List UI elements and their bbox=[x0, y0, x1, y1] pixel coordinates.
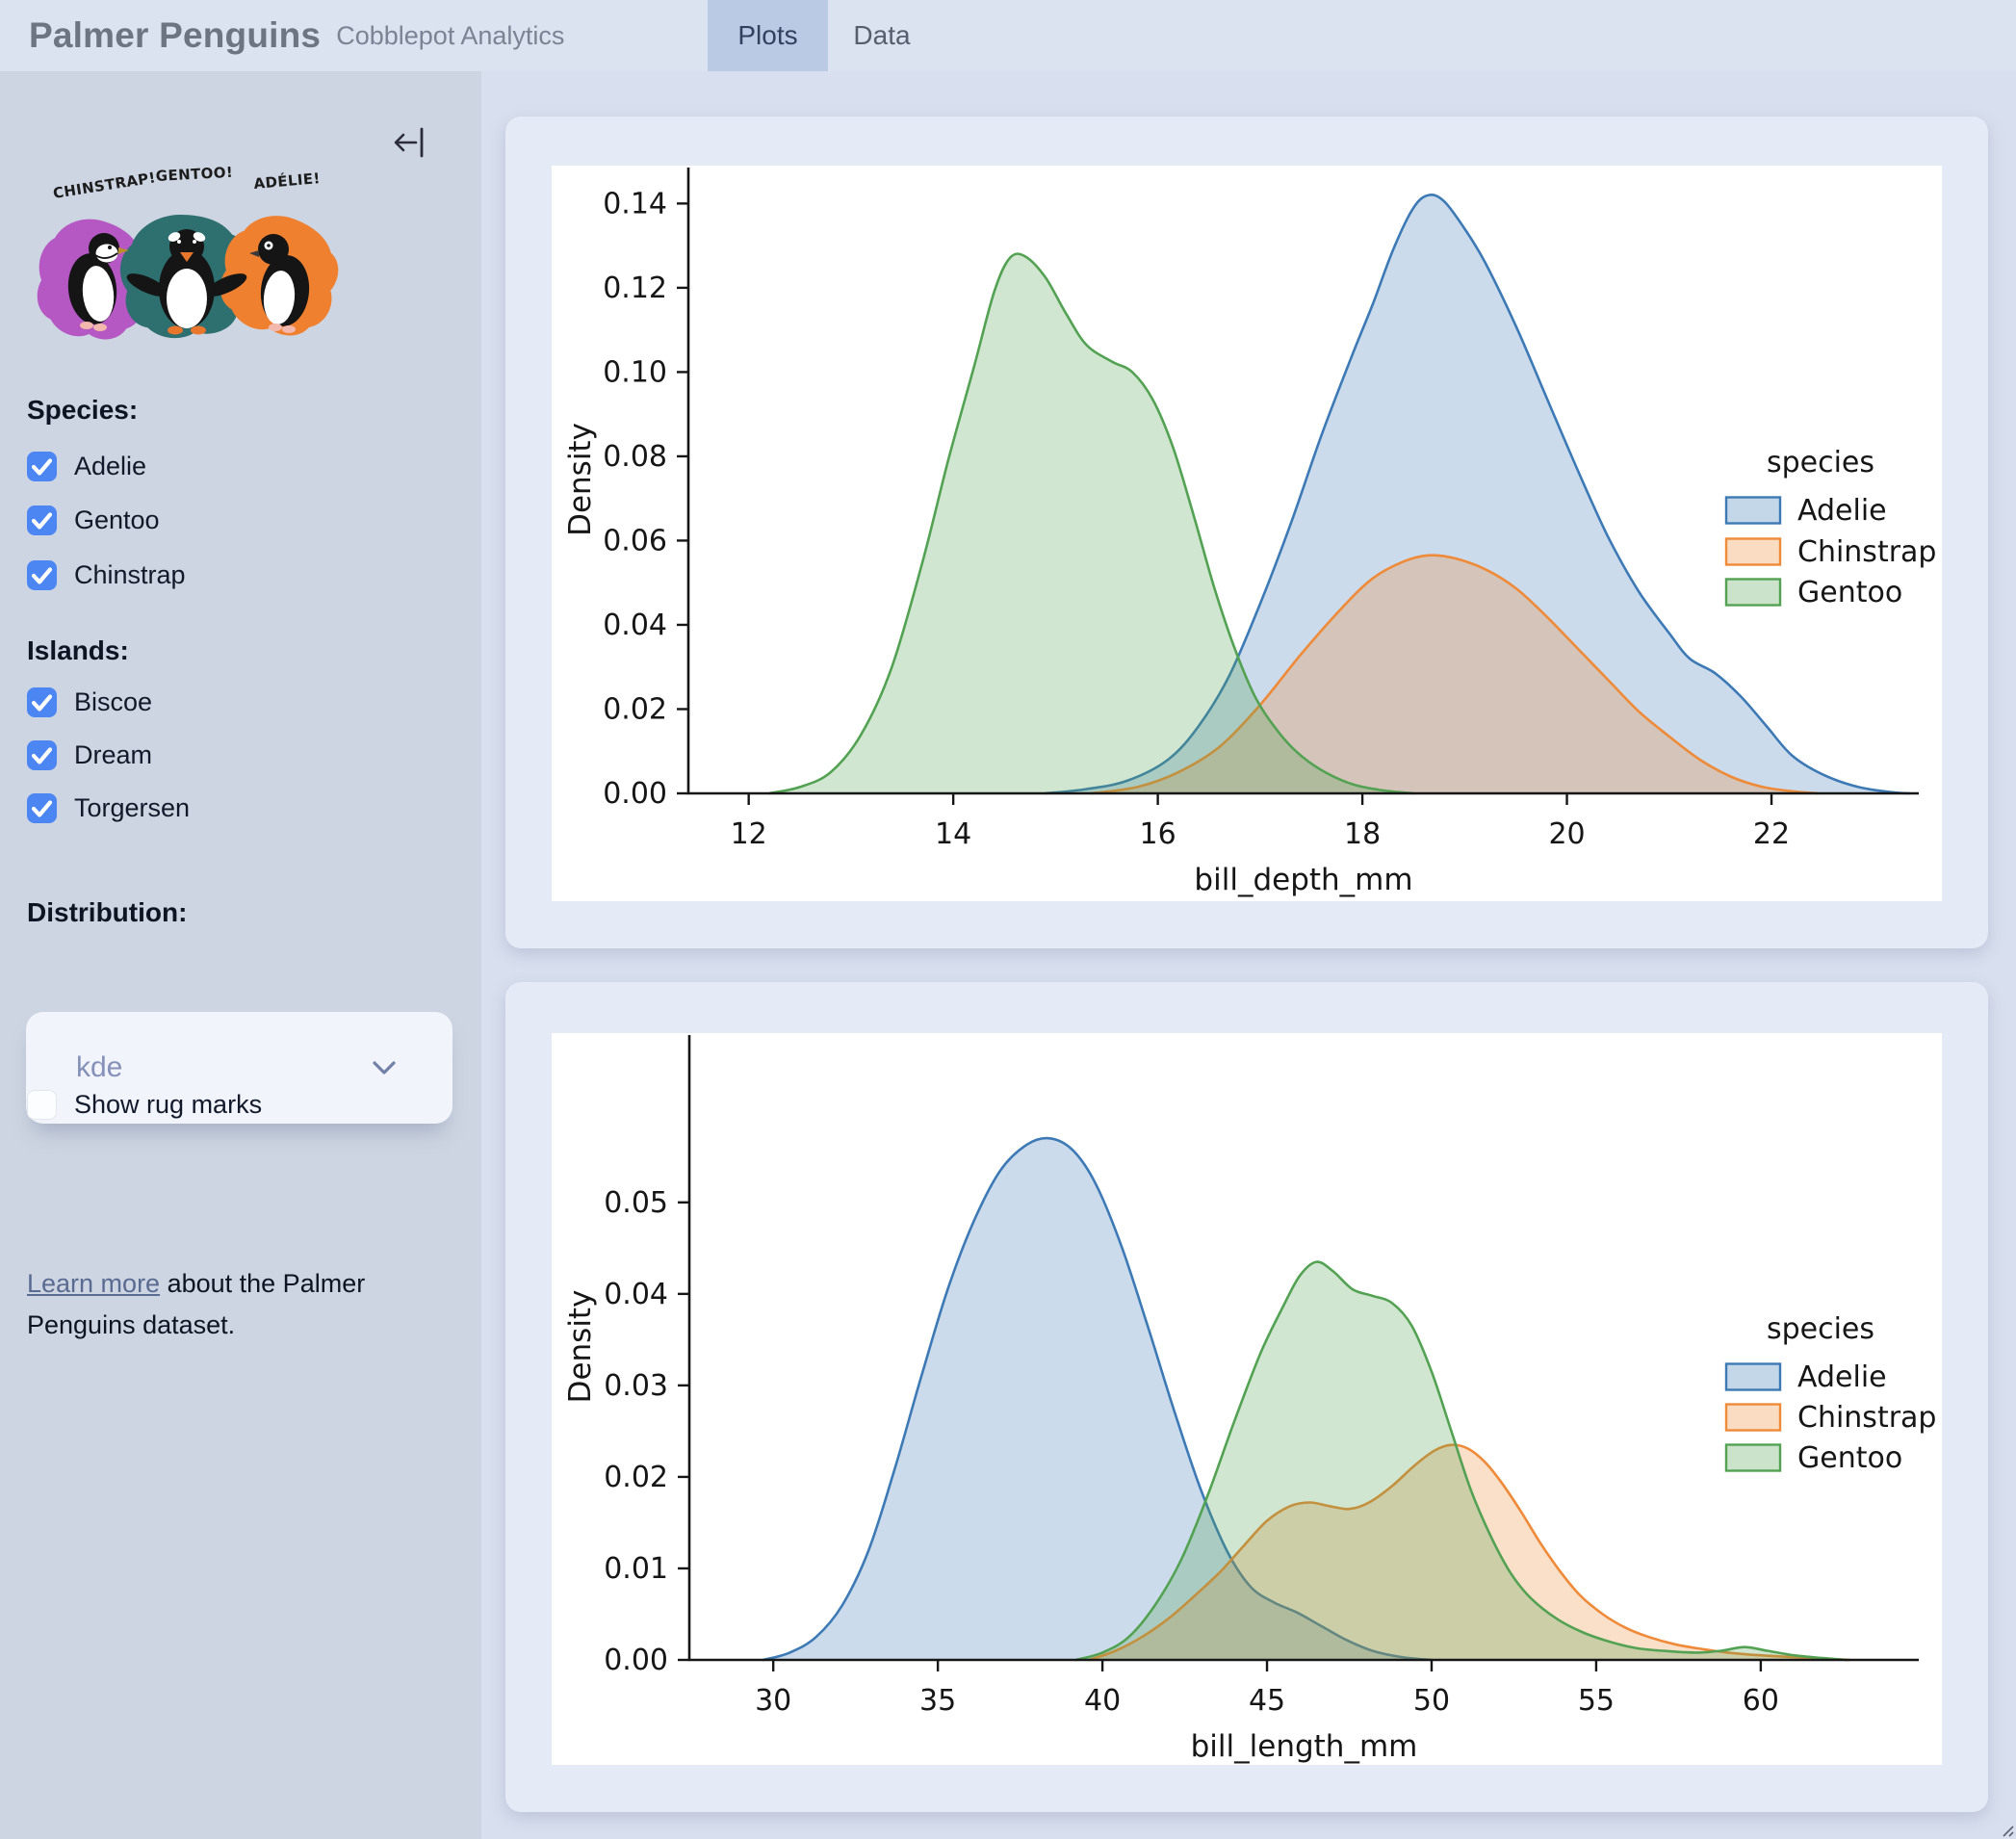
checkbox-label-adelie: Adelie bbox=[74, 451, 147, 480]
artwork-label-adelie: ADÉLIE! bbox=[253, 168, 322, 193]
checkbox-label-dream: Dream bbox=[74, 739, 153, 769]
app-title-group: Palmer Penguins Cobblepot Analytics bbox=[29, 0, 564, 71]
svg-text:16: 16 bbox=[1140, 817, 1176, 851]
checkbox-gentoo[interactable] bbox=[27, 505, 57, 535]
penguin-artwork: CHINSTRAP! GENTOO! ADÉLIE! bbox=[35, 164, 339, 347]
svg-text:Adelie: Adelie bbox=[1797, 1360, 1887, 1394]
checkbox-torgersen[interactable] bbox=[27, 792, 57, 823]
density-plot-bill-length: 30 35 40 45 50 55 60 0.00 0.01 0.02 0.03 0.04 0.05 bi… bbox=[563, 1035, 1936, 1764]
figure-bill-depth: 12 14 16 18 20 22 0.00 0.02 0.04 0.06 0.08 0.10 0.12… bbox=[552, 166, 1942, 901]
tab-plots[interactable]: Plots bbox=[708, 0, 828, 71]
resize-grip-icon[interactable] bbox=[1997, 1820, 2014, 1837]
check-icon bbox=[31, 511, 53, 530]
svg-text:60: 60 bbox=[1743, 1684, 1779, 1718]
svg-text:14: 14 bbox=[935, 817, 971, 851]
check-icon bbox=[31, 746, 53, 764]
svg-text:0.08: 0.08 bbox=[603, 440, 667, 474]
svg-text:species: species bbox=[1767, 1312, 1874, 1346]
svg-text:Chinstrap: Chinstrap bbox=[1797, 535, 1936, 569]
svg-text:Density: Density bbox=[563, 423, 598, 536]
svg-text:Gentoo: Gentoo bbox=[1797, 1441, 1902, 1475]
artwork-label-chinstrap: CHINSTRAP! bbox=[52, 168, 157, 202]
svg-text:0.04: 0.04 bbox=[603, 609, 667, 642]
svg-text:Gentoo: Gentoo bbox=[1797, 576, 1902, 609]
checkbox-row-torgersen[interactable]: Torgersen bbox=[27, 791, 190, 824]
learn-more-text: Learn more about the Palmer Penguins dat… bbox=[27, 1263, 404, 1346]
checkbox-chinstrap[interactable] bbox=[27, 559, 57, 590]
tab-data[interactable]: Data bbox=[828, 0, 936, 71]
svg-text:22: 22 bbox=[1753, 817, 1790, 851]
species-heading: Species: bbox=[27, 395, 139, 425]
islands-heading: Islands: bbox=[27, 635, 129, 665]
check-icon bbox=[31, 693, 53, 712]
svg-text:12: 12 bbox=[731, 817, 767, 851]
svg-text:55: 55 bbox=[1578, 1684, 1615, 1718]
svg-text:45: 45 bbox=[1249, 1684, 1285, 1718]
artwork-label-gentoo: GENTOO! bbox=[155, 164, 233, 185]
svg-text:30: 30 bbox=[755, 1684, 791, 1718]
svg-text:Adelie: Adelie bbox=[1797, 494, 1887, 528]
checkbox-dream[interactable] bbox=[27, 739, 57, 770]
checkbox-label-gentoo: Gentoo bbox=[74, 505, 160, 534]
checkbox-row-chinstrap[interactable]: Chinstrap bbox=[27, 558, 186, 591]
check-icon bbox=[31, 566, 53, 584]
svg-text:0.06: 0.06 bbox=[603, 524, 667, 557]
learn-more-link[interactable]: Learn more bbox=[27, 1269, 160, 1298]
svg-text:0.10: 0.10 bbox=[603, 355, 667, 389]
checkbox-row-dream[interactable]: Dream bbox=[27, 738, 152, 771]
svg-text:0.00: 0.00 bbox=[604, 1644, 668, 1677]
checkbox-row-gentoo[interactable]: Gentoo bbox=[27, 504, 160, 536]
svg-text:40: 40 bbox=[1084, 1684, 1121, 1718]
svg-text:50: 50 bbox=[1413, 1684, 1450, 1718]
svg-text:0.02: 0.02 bbox=[604, 1461, 668, 1494]
card-bill-length: 30 35 40 45 50 55 60 0.00 0.01 0.02 0.03 0.04 0.05 bi… bbox=[505, 982, 1988, 1812]
svg-text:0.02: 0.02 bbox=[603, 692, 667, 726]
checkbox-rug-marks[interactable] bbox=[27, 1089, 57, 1120]
arrow-to-bar-left-icon bbox=[394, 127, 424, 158]
rug-marks-row[interactable]: Show rug marks bbox=[27, 1088, 262, 1121]
svg-text:0.14: 0.14 bbox=[603, 187, 667, 220]
card-bill-depth: 12 14 16 18 20 22 0.00 0.02 0.04 0.06 0.08 0.10 0.12… bbox=[505, 117, 1988, 948]
checkbox-row-biscoe[interactable]: Biscoe bbox=[27, 686, 152, 718]
app-subtitle: Cobblepot Analytics bbox=[336, 20, 565, 50]
check-icon bbox=[31, 799, 53, 817]
svg-text:0.05: 0.05 bbox=[604, 1186, 668, 1220]
chevron-down-icon bbox=[373, 1061, 396, 1075]
svg-text:0.01: 0.01 bbox=[604, 1552, 668, 1586]
checkbox-label-torgersen: Torgersen bbox=[74, 792, 191, 822]
svg-text:0.00: 0.00 bbox=[603, 777, 667, 811]
sidebar: CHINSTRAP! GENTOO! ADÉLIE! Species: Adel… bbox=[0, 71, 481, 1839]
svg-text:0.03: 0.03 bbox=[604, 1369, 668, 1403]
distribution-heading: Distribution: bbox=[27, 897, 188, 927]
checkbox-label-biscoe: Biscoe bbox=[74, 686, 153, 716]
checkbox-row-adelie[interactable]: Adelie bbox=[27, 450, 146, 482]
app-header: Palmer Penguins Cobblepot Analytics Plot… bbox=[0, 0, 2016, 71]
checkbox-biscoe[interactable] bbox=[27, 686, 57, 717]
rug-marks-label: Show rug marks bbox=[74, 1089, 263, 1119]
svg-text:18: 18 bbox=[1344, 817, 1381, 851]
sidebar-collapse-button[interactable] bbox=[387, 121, 429, 164]
svg-text:0.12: 0.12 bbox=[603, 272, 667, 305]
svg-text:Density: Density bbox=[563, 1290, 598, 1404]
checkbox-adelie[interactable] bbox=[27, 451, 57, 481]
distribution-selected-value: kde bbox=[76, 1051, 123, 1083]
svg-text:bill_depth_mm: bill_depth_mm bbox=[1194, 863, 1412, 897]
svg-text:20: 20 bbox=[1548, 817, 1585, 851]
svg-text:Chinstrap: Chinstrap bbox=[1797, 1401, 1936, 1435]
checkbox-label-chinstrap: Chinstrap bbox=[74, 559, 186, 589]
svg-text:species: species bbox=[1767, 446, 1874, 479]
svg-text:bill_length_mm: bill_length_mm bbox=[1191, 1729, 1418, 1764]
svg-text:35: 35 bbox=[919, 1684, 956, 1718]
check-icon bbox=[31, 457, 53, 476]
density-plot-bill-depth: 12 14 16 18 20 22 0.00 0.02 0.04 0.06 0.08 0.10 0.12… bbox=[563, 168, 1936, 897]
svg-text:0.04: 0.04 bbox=[604, 1278, 668, 1311]
app-title: Palmer Penguins bbox=[29, 15, 322, 55]
figure-bill-length: 30 35 40 45 50 55 60 0.00 0.01 0.02 0.03 0.04 0.05 bi… bbox=[552, 1033, 1942, 1765]
